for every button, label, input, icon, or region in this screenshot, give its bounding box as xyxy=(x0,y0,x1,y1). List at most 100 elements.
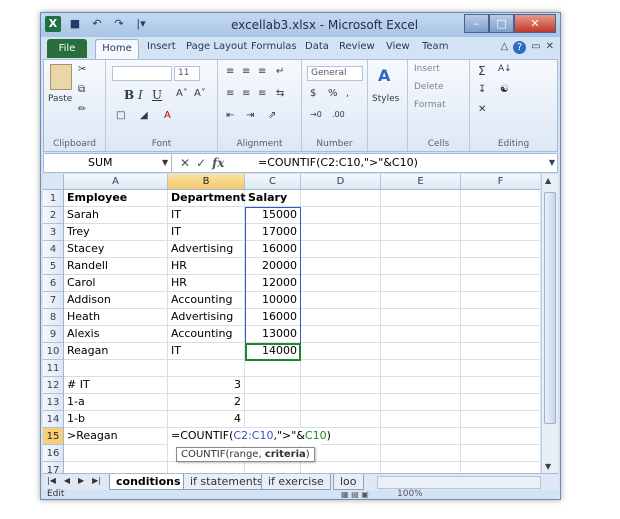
cell-b12[interactable]: 3 xyxy=(168,377,245,394)
formula-input[interactable]: =COUNTIF(C2:C10,">"&C10) xyxy=(254,154,544,172)
zoom-level[interactable]: 100% xyxy=(397,489,423,499)
cell-e13[interactable] xyxy=(381,394,461,411)
column-header-e[interactable]: E xyxy=(381,174,461,190)
cell-d17[interactable] xyxy=(301,462,381,473)
cell-c14[interactable] xyxy=(245,411,301,428)
comma-button[interactable]: , xyxy=(346,88,349,99)
column-header-a[interactable]: A xyxy=(64,174,168,190)
vertical-scroll-thumb[interactable] xyxy=(544,192,556,424)
scroll-down-icon[interactable]: ▼ xyxy=(545,462,551,471)
paste-icon[interactable] xyxy=(50,64,72,90)
cell-e12[interactable] xyxy=(381,377,461,394)
cell-f3[interactable] xyxy=(461,224,540,241)
fill-icon[interactable]: ↧ xyxy=(478,84,486,95)
autosum-button[interactable]: Σ xyxy=(478,64,486,78)
cell-a11[interactable] xyxy=(64,360,168,377)
cell-c6[interactable]: 12000 xyxy=(245,275,301,292)
cell-f7[interactable] xyxy=(461,292,540,309)
cell-f1[interactable] xyxy=(461,190,540,207)
cell-b6[interactable]: HR xyxy=(168,275,245,292)
cell-c3[interactable]: 17000 xyxy=(245,224,301,241)
cell-d8[interactable] xyxy=(301,309,381,326)
cell-b9[interactable]: Accounting xyxy=(168,326,245,343)
cancel-icon[interactable]: ✕ xyxy=(180,156,190,170)
row-header-6[interactable]: 6 xyxy=(43,275,64,292)
cell-a3[interactable]: Trey xyxy=(64,224,168,241)
cell-f10[interactable] xyxy=(461,343,540,360)
horizontal-scrollbar[interactable] xyxy=(377,476,541,489)
cell-c2[interactable]: 15000 xyxy=(245,207,301,224)
cell-b1[interactable]: Department xyxy=(168,190,246,207)
cell-e11[interactable] xyxy=(381,360,461,377)
row-header-12[interactable]: 12 xyxy=(43,377,64,394)
sheet-tab-loo[interactable]: loo xyxy=(333,474,364,490)
cell-d6[interactable] xyxy=(301,275,381,292)
cell-d11[interactable] xyxy=(301,360,381,377)
redo-icon[interactable]: ↷ xyxy=(111,16,127,32)
increase-indent-icon[interactable]: ⇥ xyxy=(246,110,254,121)
align-center-icon[interactable]: ≡ xyxy=(242,88,250,99)
cell-f9[interactable] xyxy=(461,326,540,343)
align-bottom-icon[interactable]: ≡ xyxy=(258,66,266,77)
cell-b17[interactable] xyxy=(168,462,245,473)
row-header-7[interactable]: 7 xyxy=(43,292,64,309)
cell-b2[interactable]: IT xyxy=(168,207,245,224)
orientation-icon[interactable]: ⇗ xyxy=(268,110,276,121)
cell-e9[interactable] xyxy=(381,326,461,343)
italic-button[interactable]: I xyxy=(138,88,143,102)
select-all-corner[interactable] xyxy=(43,174,64,190)
align-top-icon[interactable]: ≡ xyxy=(226,66,234,77)
cell-b11[interactable] xyxy=(168,360,245,377)
align-left-icon[interactable]: ≡ xyxy=(226,88,234,99)
tab-insert[interactable]: Insert xyxy=(147,41,176,52)
cell-c8[interactable]: 16000 xyxy=(245,309,301,326)
name-box[interactable]: SUM xyxy=(44,154,172,172)
cell-f14[interactable] xyxy=(461,411,540,428)
decrease-decimal-button[interactable]: .00 xyxy=(332,110,345,119)
save-icon[interactable]: ■ xyxy=(67,16,83,32)
name-box-dropdown-icon[interactable]: ▼ xyxy=(162,154,168,172)
cell-a13[interactable]: 1-a xyxy=(64,394,168,411)
cell-a12[interactable]: # IT xyxy=(64,377,168,394)
cell-e4[interactable] xyxy=(381,241,461,258)
format-painter-icon[interactable]: ✏ xyxy=(78,104,86,115)
cell-a4[interactable]: Stacey xyxy=(64,241,168,258)
scroll-up-icon[interactable]: ▲ xyxy=(545,176,551,185)
cell-a10[interactable]: Reagan xyxy=(64,343,168,360)
cell-c17[interactable] xyxy=(245,462,301,473)
row-header-4[interactable]: 4 xyxy=(43,241,64,258)
view-buttons[interactable]: ▦ ▤ ▣ xyxy=(341,490,369,499)
cell-c11[interactable] xyxy=(245,360,301,377)
cell-f11[interactable] xyxy=(461,360,540,377)
enter-icon[interactable]: ✓ xyxy=(196,156,206,170)
wrap-text-icon[interactable]: ↵ xyxy=(276,66,284,77)
insert-cells-button[interactable]: Insert xyxy=(414,64,440,74)
cell-d3[interactable] xyxy=(301,224,381,241)
cell-f5[interactable] xyxy=(461,258,540,275)
cell-f2[interactable] xyxy=(461,207,540,224)
prev-sheet-icon[interactable]: ◀ xyxy=(64,476,70,485)
cell-f6[interactable] xyxy=(461,275,540,292)
tab-view[interactable]: View xyxy=(386,41,410,52)
cell-c4[interactable]: 16000 xyxy=(245,241,301,258)
cell-e15[interactable] xyxy=(381,428,461,445)
column-header-b[interactable]: B xyxy=(168,174,245,190)
column-header-c[interactable]: C xyxy=(245,174,301,190)
row-header-14[interactable]: 14 xyxy=(43,411,64,428)
customize-toolbar-icon[interactable]: |▾ xyxy=(133,16,149,32)
borders-icon[interactable]: □ xyxy=(116,110,125,121)
cell-d1[interactable] xyxy=(301,190,381,207)
font-color-icon[interactable]: A xyxy=(164,110,171,121)
cell-d10[interactable] xyxy=(301,343,381,360)
cell-c12[interactable] xyxy=(245,377,301,394)
cell-e6[interactable] xyxy=(381,275,461,292)
tab-page-layout[interactable]: Page Layout xyxy=(186,41,247,52)
cell-d4[interactable] xyxy=(301,241,381,258)
editing-cell-b15[interactable]: =COUNTIF(C2:C10,">"&C10) xyxy=(168,428,331,445)
cell-a8[interactable]: Heath xyxy=(64,309,168,326)
close-workbook-icon[interactable]: ✕ xyxy=(546,41,554,54)
merge-center-icon[interactable]: ⇆ xyxy=(276,88,284,99)
cell-d12[interactable] xyxy=(301,377,381,394)
restore-window-icon[interactable]: ▭ xyxy=(531,41,540,54)
column-header-f[interactable]: F xyxy=(461,174,540,190)
